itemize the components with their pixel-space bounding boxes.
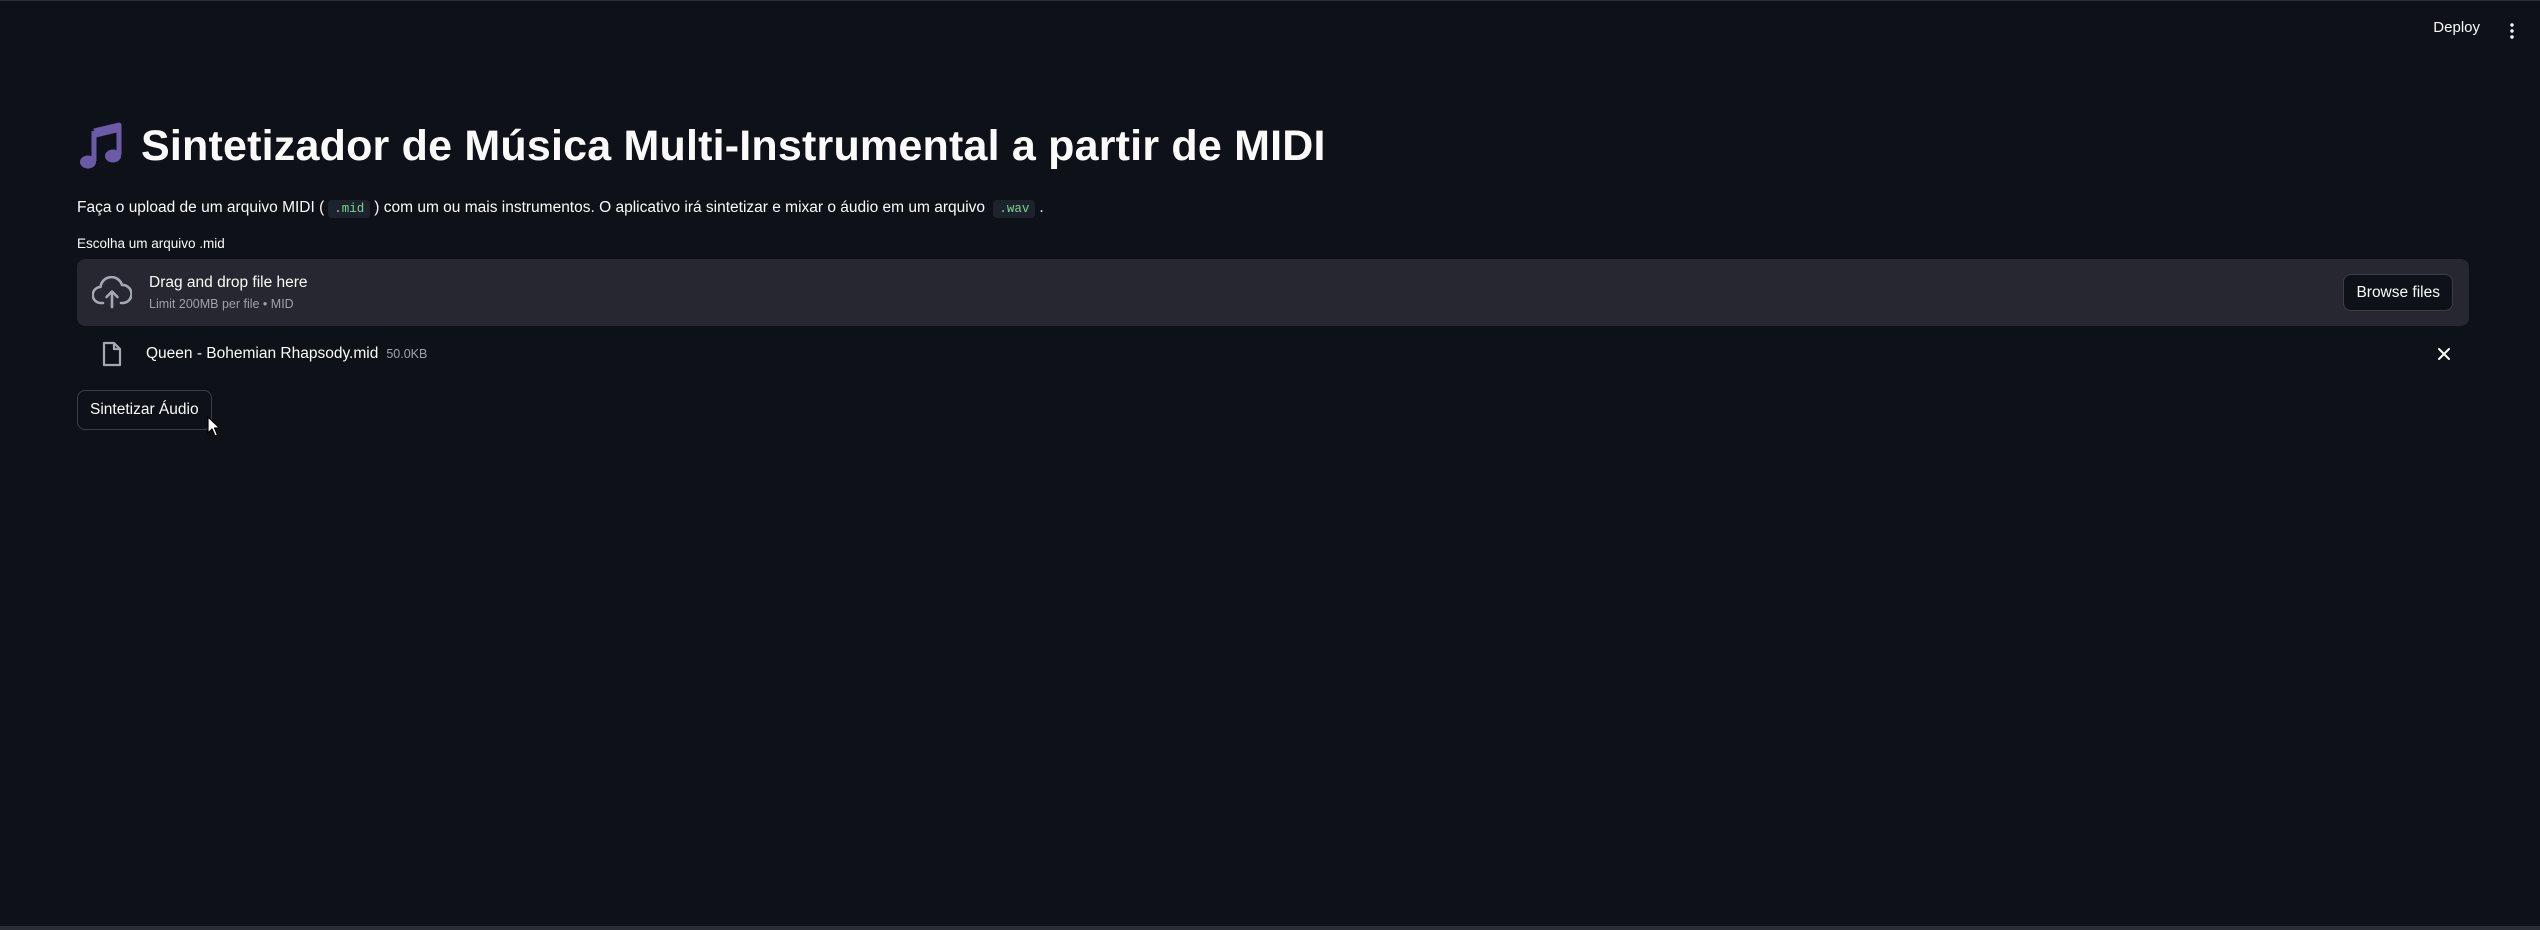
deploy-button[interactable]: Deploy bbox=[2433, 19, 2480, 36]
musical-notes-icon bbox=[77, 121, 127, 171]
dropzone-title: Drag and drop file here bbox=[149, 274, 308, 291]
cloud-upload-icon bbox=[91, 275, 133, 310]
description-text-2: ) com um ou mais instrumentos. O aplicat… bbox=[374, 199, 986, 216]
title-row: Sintetizador de Música Multi-Instrumenta… bbox=[77, 111, 2469, 181]
top-toolbar: Deploy bbox=[0, 1, 2540, 61]
close-icon[interactable] bbox=[2437, 347, 2451, 361]
description-text-1: Faça o upload de um arquivo MIDI ( bbox=[77, 199, 325, 216]
app-page: Deploy Sintetizador de Música Multi-Inst… bbox=[0, 0, 2540, 930]
dropzone-subtitle: Limit 200MB per file • MID bbox=[149, 297, 294, 311]
page-description: Faça o upload de um arquivo MIDI (.mid) … bbox=[77, 195, 2469, 222]
file-dropzone[interactable]: Drag and drop file here Limit 200MB per … bbox=[77, 259, 2469, 326]
uploaded-file-size: 50.0KB bbox=[386, 347, 428, 361]
uploaded-file-row: Queen - Bohemian Rhapsody.mid 50.0KB bbox=[77, 326, 2469, 382]
dropzone-text: Drag and drop file here Limit 200MB per … bbox=[149, 274, 308, 311]
kebab-menu-icon[interactable] bbox=[2504, 21, 2520, 41]
code-mid: .mid bbox=[328, 200, 371, 218]
synthesize-audio-button[interactable]: Sintetizar Áudio bbox=[77, 390, 212, 430]
code-wav: .wav bbox=[993, 200, 1036, 218]
main-content: Sintetizador de Música Multi-Instrumenta… bbox=[77, 111, 2469, 430]
browse-files-button[interactable]: Browse files bbox=[2343, 274, 2453, 311]
page-title: Sintetizador de Música Multi-Instrumenta… bbox=[141, 121, 1326, 170]
uploader-label: Escolha um arquivo .mid bbox=[77, 236, 225, 251]
description-text-3: . bbox=[1039, 199, 1044, 216]
mouse-pointer-icon bbox=[207, 416, 221, 438]
file-icon bbox=[101, 341, 123, 367]
uploaded-file-name: Queen - Bohemian Rhapsody.mid bbox=[146, 345, 379, 362]
